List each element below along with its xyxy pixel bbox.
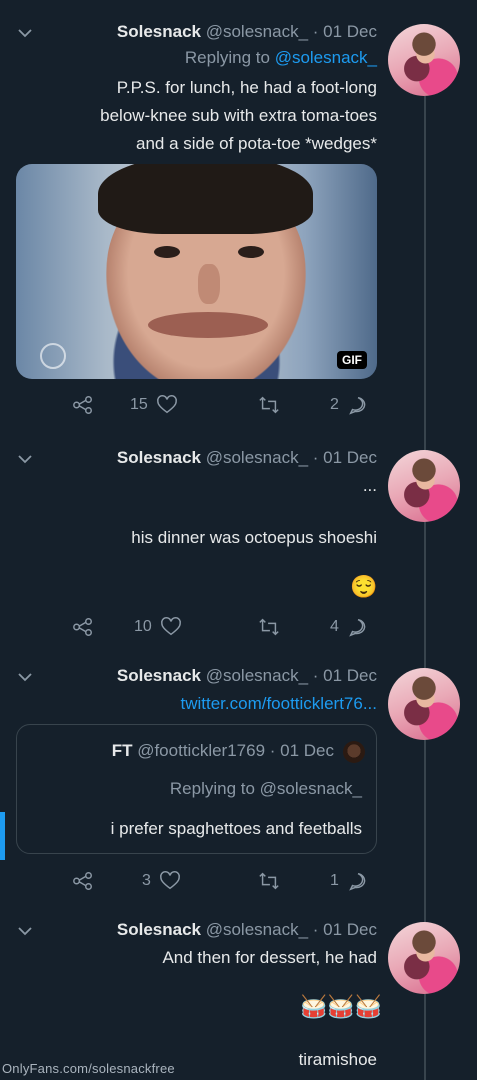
retweet-icon xyxy=(259,396,279,414)
like-button[interactable]: 3 xyxy=(142,870,181,892)
emoji: 😌 xyxy=(350,574,378,599)
gif-nose xyxy=(198,264,220,304)
tweet-2[interactable]: Solesnack @solesnack_ · 01 Dec ... his d… xyxy=(0,420,477,660)
tweet-actions: 10 4 xyxy=(0,616,400,640)
retweet-icon xyxy=(259,872,279,890)
gif-badge: GIF xyxy=(337,351,367,369)
replying-to-link[interactable]: @solesnack_ xyxy=(275,48,377,67)
retweet-button[interactable] xyxy=(258,870,280,892)
reply-count: 4 xyxy=(330,618,339,635)
reply-count: 1 xyxy=(330,872,339,889)
tweet-header: Solesnack @solesnack_ · 01 Dec xyxy=(117,22,377,42)
gif-eye xyxy=(154,246,180,258)
like-count: 10 xyxy=(134,618,152,635)
handle-date: @solesnack_ · 01 Dec xyxy=(205,666,377,685)
retweet-icon xyxy=(259,618,279,636)
author-name[interactable]: Solesnack xyxy=(117,22,201,41)
tweet-text-line: And then for dessert, he had xyxy=(162,948,377,967)
like-button[interactable]: 15 xyxy=(130,394,178,416)
quoted-avatar xyxy=(343,741,365,763)
quoted-text: i prefer spaghettoes and feetballs xyxy=(110,819,362,838)
quoted-header: FT @foottickler1769 · 01 Dec xyxy=(112,741,334,761)
tweet-text-line: his dinner was octoepus shoeshi xyxy=(131,528,377,547)
avatar[interactable] xyxy=(388,24,460,96)
tweet-header: Solesnack @solesnack_ · 01 Dec xyxy=(117,448,377,468)
tweet-actions: 15 2 xyxy=(0,394,400,418)
share-icon xyxy=(73,396,92,414)
heart-icon xyxy=(160,617,181,636)
avatar[interactable] xyxy=(388,668,460,740)
avatar[interactable] xyxy=(388,450,460,522)
share-icon xyxy=(73,872,92,890)
like-count: 15 xyxy=(130,396,148,413)
tweet-text-line: ... xyxy=(362,476,377,495)
like-count: 3 xyxy=(142,872,151,889)
gif-play-icon[interactable] xyxy=(40,343,66,369)
chevron-down-icon[interactable] xyxy=(18,924,32,938)
author-name[interactable]: Solesnack xyxy=(117,448,201,467)
tweet-1[interactable]: Solesnack @solesnack_ · 01 Dec Replying … xyxy=(0,0,477,420)
quoted-replying: Replying to @solesnack_ xyxy=(169,779,362,798)
tweet-link[interactable]: twitter.com/footticklert76... xyxy=(180,694,377,714)
gif-media[interactable]: GIF xyxy=(16,164,377,379)
reply-icon xyxy=(349,396,366,415)
author-name[interactable]: Solesnack xyxy=(117,666,201,685)
gif-eye xyxy=(238,246,264,258)
chevron-down-icon[interactable] xyxy=(18,452,32,466)
quoted-handle-date: @foottickler1769 · 01 Dec xyxy=(137,741,334,760)
tweet-text-line: P.P.S. for lunch, he had a foot-long xyxy=(116,78,377,97)
chevron-down-icon[interactable] xyxy=(18,26,32,40)
share-button[interactable] xyxy=(72,394,94,416)
emoji: 🥁🥁🥁 xyxy=(300,994,383,1019)
handle-date: @solesnack_ · 01 Dec xyxy=(205,920,377,939)
like-button[interactable]: 10 xyxy=(134,616,182,638)
heart-icon xyxy=(156,395,177,414)
tweet-text-line: below-knee sub with extra toma-toes xyxy=(100,106,377,125)
tweet-text-line: tiramishoe xyxy=(298,1050,377,1069)
share-button[interactable] xyxy=(72,870,94,892)
handle-date: @solesnack_ · 01 Dec xyxy=(205,448,377,467)
quoted-author-name: FT xyxy=(111,741,133,760)
retweet-button[interactable] xyxy=(258,394,280,416)
replying-to: Replying to @solesnack_ xyxy=(184,48,377,67)
reply-button[interactable]: 1 xyxy=(330,870,369,892)
avatar[interactable] xyxy=(388,922,460,994)
watermark: OnlyFans.com/solesnackfree xyxy=(2,1061,175,1076)
tweet-4[interactable]: Solesnack @solesnack_ · 01 Dec And then … xyxy=(0,910,477,1080)
tweet-header: Solesnack @solesnack_ · 01 Dec xyxy=(117,920,377,940)
reply-icon xyxy=(349,872,366,891)
share-icon xyxy=(73,618,92,636)
tweet-text-line: and a side of pota-toe *wedges* xyxy=(135,134,377,153)
author-name[interactable]: Solesnack xyxy=(117,920,201,939)
tweet-header: Solesnack @solesnack_ · 01 Dec xyxy=(117,666,377,686)
gif-mouth xyxy=(148,312,268,338)
chevron-down-icon[interactable] xyxy=(18,670,32,684)
reply-count: 2 xyxy=(330,396,339,413)
tweet-actions: 3 1 xyxy=(0,870,400,894)
heart-icon xyxy=(159,871,180,890)
quoted-tweet[interactable]: FT @foottickler1769 · 01 Dec Replying to… xyxy=(16,724,377,854)
share-button[interactable] xyxy=(72,616,94,638)
gif-hair xyxy=(98,164,313,234)
reply-button[interactable]: 4 xyxy=(330,616,369,638)
handle-date: @solesnack_ · 01 Dec xyxy=(205,22,377,41)
reply-icon xyxy=(349,618,366,637)
reply-button[interactable]: 2 xyxy=(330,394,369,416)
retweet-button[interactable] xyxy=(258,616,280,638)
